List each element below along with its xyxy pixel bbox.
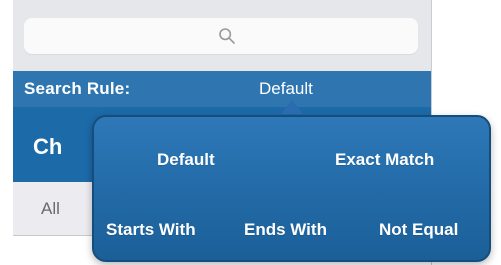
search-input[interactable] <box>24 18 418 54</box>
search-rule-popover: Default Exact Match Starts With Ends Wit… <box>92 115 491 262</box>
popover-caret <box>281 100 303 114</box>
option-ends-with[interactable]: Ends With <box>244 220 327 240</box>
search-rule-bar[interactable]: Search Rule: Default <box>13 71 431 107</box>
option-exact-match[interactable]: Exact Match <box>335 150 434 170</box>
tab-all[interactable]: All <box>41 199 60 219</box>
search-rule-label: Search Rule: <box>24 79 131 98</box>
search-rule-value[interactable]: Default <box>259 79 313 99</box>
search-area <box>13 0 431 71</box>
option-default[interactable]: Default <box>157 150 215 170</box>
option-starts-with[interactable]: Starts With <box>106 220 196 240</box>
option-not-equal[interactable]: Not Equal <box>379 220 458 240</box>
title-text: Ch <box>33 134 63 159</box>
search-icon <box>218 27 236 45</box>
